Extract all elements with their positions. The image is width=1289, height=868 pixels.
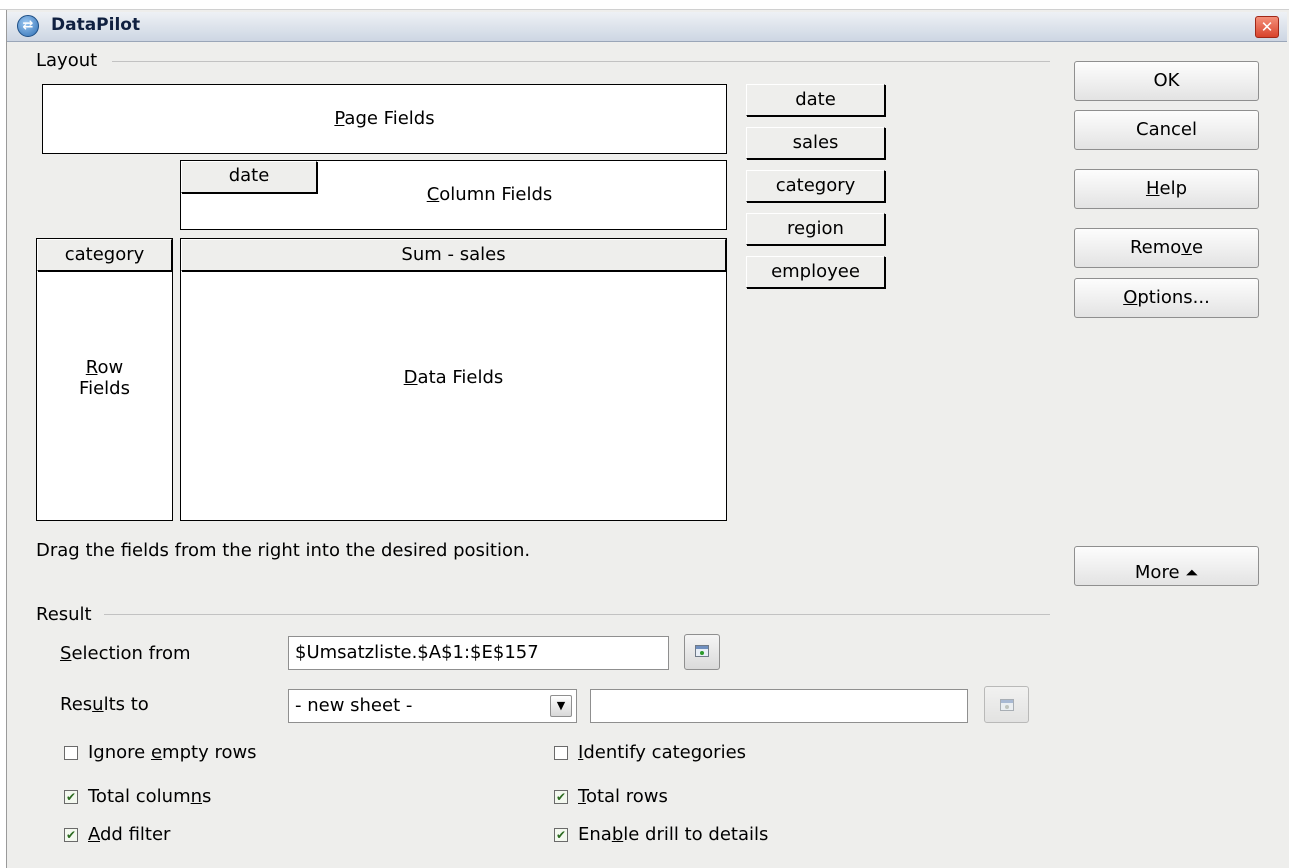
add-filter-label: Add filter xyxy=(88,824,171,845)
available-field-employee[interactable]: employee xyxy=(746,256,885,288)
window-title: DataPilot xyxy=(51,15,141,35)
results-to-label: Results to xyxy=(60,694,149,715)
selection-from-label: Selection from xyxy=(60,643,191,664)
results-shrink-button[interactable] xyxy=(984,686,1029,723)
available-field-sales[interactable]: sales xyxy=(746,127,885,159)
available-field-category[interactable]: category xyxy=(746,170,885,202)
data-field-sum-sales[interactable]: Sum - sales xyxy=(181,239,726,271)
more-button[interactable]: More ⏶ xyxy=(1074,546,1259,586)
remove-button[interactable]: Remove xyxy=(1074,228,1259,268)
checkmark-icon[interactable]: ✔ xyxy=(554,828,568,842)
enable-drill-label: Enable drill to details xyxy=(578,824,769,845)
selection-range-input[interactable]: $Umsatzliste.$A$1:$E$157 xyxy=(288,636,669,670)
checkmark-icon[interactable]: ✔ xyxy=(64,790,78,804)
row-field-category[interactable]: category xyxy=(37,239,172,271)
checkmark-icon[interactable]: ✔ xyxy=(64,828,78,842)
page-fields-area[interactable]: Page Fields xyxy=(42,84,727,154)
result-separator xyxy=(104,614,1050,615)
total-columns-label: Total columns xyxy=(88,786,212,807)
identify-categories-label: Identify categories xyxy=(578,742,747,763)
selection-shrink-button[interactable] xyxy=(684,634,720,670)
row-fields-label: Row Fields xyxy=(79,357,130,399)
close-icon[interactable]: ✕ xyxy=(1255,16,1279,38)
ok-button[interactable]: OK xyxy=(1074,61,1259,101)
available-field-date[interactable]: date xyxy=(746,84,885,116)
drag-hint-text: Drag the fields from the right into the … xyxy=(36,540,531,561)
column-field-date[interactable]: date xyxy=(181,161,317,193)
layout-separator xyxy=(112,61,1050,62)
options-button[interactable]: Options... xyxy=(1074,278,1259,318)
results-to-select[interactable]: - new sheet - ▼ xyxy=(288,689,577,723)
checkbox-box[interactable] xyxy=(64,746,78,760)
background-strip xyxy=(0,0,1289,10)
column-fields-label: Column Fields xyxy=(426,184,553,205)
chevron-down-icon[interactable]: ▼ xyxy=(550,695,572,717)
results-target-input[interactable] xyxy=(590,689,968,723)
page-fields-label: Page Fields xyxy=(334,108,435,129)
checkbox-box[interactable] xyxy=(554,746,568,760)
help-button[interactable]: Help xyxy=(1074,169,1259,209)
datapilot-app-icon: ⇄ xyxy=(17,15,39,37)
layout-section-label: Layout xyxy=(36,50,98,71)
cancel-button[interactable]: Cancel xyxy=(1074,110,1259,150)
total-rows-label: Total rows xyxy=(578,786,668,807)
shrink-icon xyxy=(695,645,709,657)
result-section-label: Result xyxy=(36,604,92,625)
row-fields-area[interactable]: Row Fields xyxy=(36,238,173,521)
collapse-up-icon: ⏶ xyxy=(1185,563,1199,582)
data-fields-label: Data Fields xyxy=(403,367,504,388)
available-field-region[interactable]: region xyxy=(746,213,885,245)
data-fields-area[interactable]: Data Fields xyxy=(180,238,727,521)
ignore-empty-rows-label: Ignore empty rows xyxy=(88,742,257,763)
checkmark-icon[interactable]: ✔ xyxy=(554,790,568,804)
shrink-icon xyxy=(1000,699,1014,711)
title-bar[interactable]: ⇄ DataPilot ✕ xyxy=(7,12,1287,42)
